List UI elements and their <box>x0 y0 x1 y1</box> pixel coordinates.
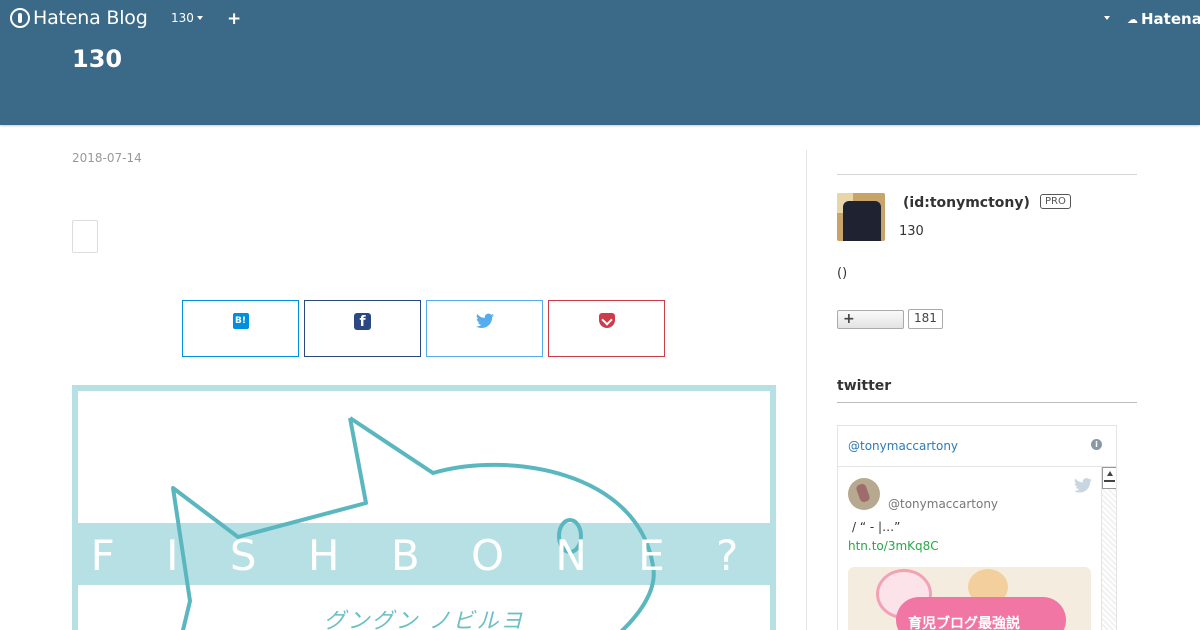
hatena-bookmark-icon: B! <box>232 313 249 329</box>
hatena-user-menu[interactable]: ☁ Hatena <box>1127 10 1200 28</box>
tweet-text: / “ - |…” <box>852 520 901 534</box>
entry-date[interactable]: 2018-07-14 <box>72 151 142 165</box>
media-caption: 育児ブログ最強説 <box>908 616 1020 630</box>
pocket-icon <box>598 313 615 328</box>
twitter-share-button[interactable] <box>426 300 543 357</box>
profile-paren-text: () <box>837 266 848 281</box>
facebook-share-button[interactable]: f <box>304 300 421 357</box>
timeline-header-divider <box>838 466 1116 467</box>
timeline-handle-link[interactable]: @tonymaccartony <box>848 439 958 453</box>
hatena-bookmark-share-button[interactable]: B! <box>182 300 299 357</box>
embed-placeholder <box>72 220 98 253</box>
hero-title: F I S H B O N E ? <box>90 531 758 580</box>
blog-menu-label: 130 <box>171 11 194 25</box>
timeline-scrollbar[interactable] <box>1101 467 1116 630</box>
profile-avatar[interactable] <box>837 193 885 241</box>
tweet-media-image[interactable]: 育児ブログ最強説 <box>848 567 1091 630</box>
sidebar-divider <box>837 174 1137 175</box>
twitter-heading-divider <box>837 402 1137 403</box>
hatena-blog-logo[interactable]: Hatena Blog <box>10 7 148 29</box>
twitter-bird-icon <box>475 313 494 329</box>
blog-menu-dropdown[interactable]: 130 <box>171 11 203 25</box>
subscribe-button[interactable]: + <box>837 310 904 329</box>
tweet-avatar[interactable] <box>848 478 880 510</box>
hatena-label: Hatena <box>1141 10 1200 28</box>
profile-user-id[interactable]: (id:tonymctony) <box>903 195 1030 211</box>
tweet-author-handle[interactable]: @tonymaccartony <box>888 497 998 511</box>
pro-badge[interactable]: PRO <box>1040 194 1071 209</box>
profile-description: 130 <box>899 224 924 239</box>
tweet-link[interactable]: htn.to/3mKq8C <box>848 539 939 553</box>
scroll-up-arrow-icon <box>1107 471 1113 476</box>
hatena-logo-icon <box>10 8 30 28</box>
hero-subtitle: グングン ノビルヨ <box>323 609 525 630</box>
user-menu-chevron-icon[interactable] <box>1104 16 1110 20</box>
hero-canvas: F I S H B O N E ? グングン ノビルヨ <box>78 391 770 630</box>
hatena-cloud-icon: ☁ <box>1127 12 1138 26</box>
column-divider <box>806 150 807 630</box>
entry-main: 2018-07-14 B! f F I S H B O N E ? グングン ノ… <box>72 125 776 630</box>
chevron-down-icon <box>196 16 203 20</box>
logo-text: Hatena Blog <box>33 7 148 29</box>
subscriber-count[interactable]: 181 <box>908 309 943 329</box>
add-entry-button[interactable]: + <box>227 9 241 29</box>
info-icon[interactable]: i <box>1091 439 1102 450</box>
share-buttons: B! f <box>182 300 665 357</box>
scrollbar-thumb[interactable] <box>1102 467 1116 489</box>
blog-title[interactable]: 130 <box>72 45 122 73</box>
facebook-icon: f <box>354 313 371 330</box>
global-header: Hatena Blog 130 + ☁ Hatena 130 <box>0 0 1200 125</box>
twitter-timeline-widget: @tonymaccartony i @tonymaccartony / “ - … <box>837 425 1117 630</box>
twitter-module-heading: twitter <box>837 378 892 394</box>
entry-hero-image[interactable]: F I S H B O N E ? グングン ノビルヨ <box>72 385 776 630</box>
fish-outline-illustration <box>171 416 656 630</box>
twitter-bird-icon[interactable] <box>1074 478 1092 493</box>
scrollbar-grip <box>1104 480 1115 482</box>
avatar-figure <box>843 201 881 241</box>
sidebar: (id:tonymctony) PRO 130 () + 181 twitter… <box>837 125 1137 630</box>
pocket-share-button[interactable] <box>548 300 665 357</box>
